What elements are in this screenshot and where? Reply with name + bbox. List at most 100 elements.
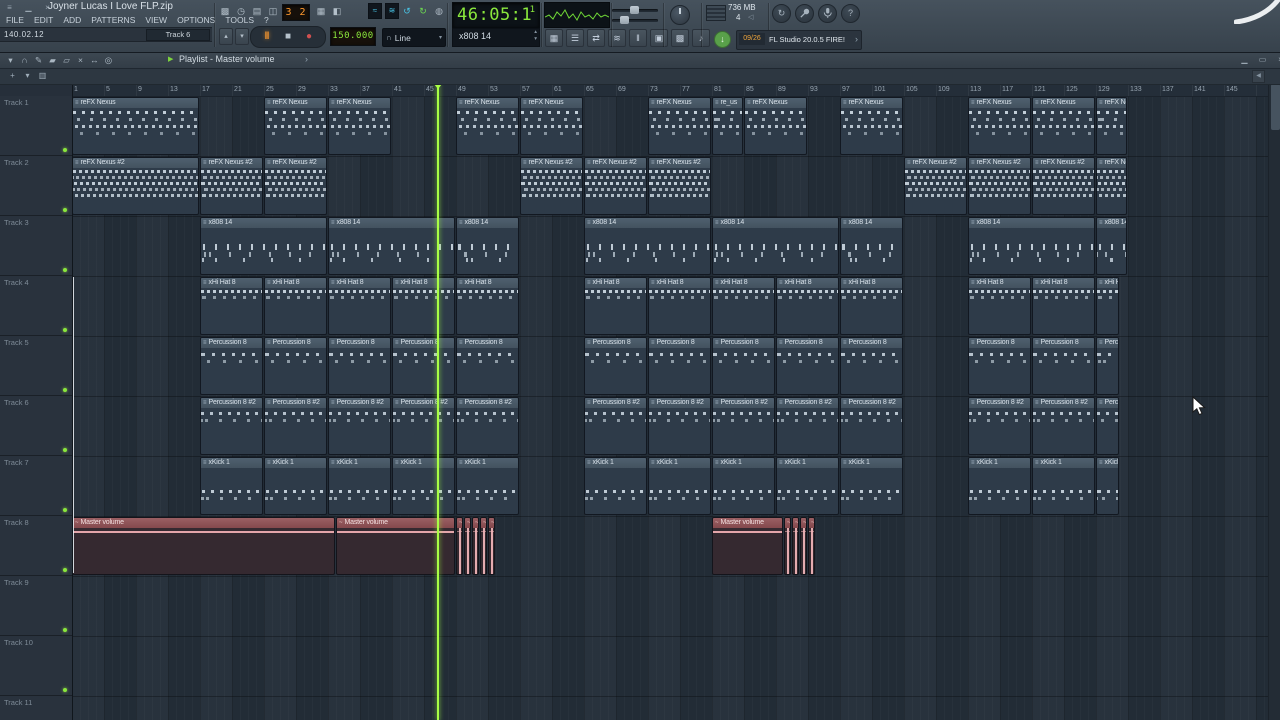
playlist-menu-icon[interactable]: ▾ [4,53,17,66]
scroll-left-button[interactable]: ◀ [1252,70,1265,83]
automation-clip[interactable]: ~ Master volume [712,517,783,575]
pattern-clip[interactable]: ≡xHi Hat 8 [968,277,1031,335]
pattern-up-icon[interactable]: ▴ [219,28,233,45]
pattern-clip[interactable]: ≡xHi Hat 8 [712,277,775,335]
pattern-clip[interactable]: ≡xHi Hat 8 [776,277,839,335]
playlist-maximize-icon[interactable]: ▭ [1258,54,1267,65]
automation-clip[interactable]: ~ [792,517,799,575]
pattern-clip[interactable]: ≡Percussion 8 #2 [1032,397,1095,455]
pattern-clip[interactable]: ≡xKick 1 [968,457,1031,515]
pattern-clip[interactable]: ≡xHi Hat 8 [456,277,519,335]
track-header-8[interactable]: Track 8 [0,516,72,576]
pattern-clip[interactable]: ≡Percussion 8 #2 [456,397,519,455]
pattern-clip[interactable]: ≡xKick 1 [456,457,519,515]
pattern-clip[interactable]: ≡ x808 14 [200,217,327,275]
output-monitor-icon[interactable]: ≈ [368,3,382,19]
track-header-1[interactable]: Track 1 [0,96,72,156]
pattern-clip[interactable]: ≡reFX Nexus [264,97,327,155]
pattern-clip[interactable]: ≡Percussion 8 [1032,337,1095,395]
delete-tool-icon[interactable]: ▱ [60,53,73,66]
track-header-2[interactable]: Track 2 [0,156,72,216]
draw-tool-icon[interactable]: ✎ [32,53,45,66]
pattern-clip[interactable]: ≡Percussion 8 #2 [584,397,647,455]
automation-clip[interactable]: ~ [808,517,815,575]
mic-button[interactable] [818,4,837,23]
pattern-clip[interactable]: ≡xKick 1 [776,457,839,515]
pattern-selector[interactable]: x808 14 ▴ ▾ [452,28,540,47]
automation-clip[interactable]: ~ [456,517,463,575]
automation-clip[interactable]: ~ [488,517,495,575]
pattern-clip[interactable]: ≡ x808 14 [1096,217,1127,275]
record-button[interactable]: ● [299,29,320,45]
spin-up-icon[interactable]: ▴ [534,29,537,35]
pattern-clip[interactable]: ≡reFX Nexus [840,97,903,155]
pattern-clip[interactable]: ≡ x808 14 [840,217,903,275]
stop-button[interactable]: ■ [278,29,299,45]
pattern-clip[interactable]: ≡reFX Nexus #2 [200,157,263,215]
pattern-clip[interactable]: ≡Percussion 8 #2 [328,397,391,455]
track-header-3[interactable]: Track 3 [0,216,72,276]
volume-slider-thumb[interactable] [630,6,639,14]
main-pitch-slider[interactable] [612,16,658,24]
pattern-clip[interactable]: ≡reFX Nexus [648,97,711,155]
pattern-clip[interactable]: ≡Percussion 8 [712,337,775,395]
pattern-clip[interactable]: ≡xHi Hat 8 [392,277,455,335]
pattern-clip[interactable]: ≡xHi Hat 8 [584,277,647,335]
track-header-9[interactable]: Track 9 [0,576,72,636]
playlist-title-chevron[interactable]: › [305,54,308,64]
scrollbar-thumb[interactable] [1270,84,1280,130]
pattern-clip[interactable]: ≡xKick 1 [264,457,327,515]
track-mute-led[interactable] [63,688,67,692]
pattern-clip[interactable]: ≡Percussion 8 [840,337,903,395]
pattern-clip[interactable]: ≡Percussion 8 #2 [776,397,839,455]
menu-item-file[interactable]: FILE [1,14,29,26]
metronome-icon[interactable]: ◷ [234,3,248,19]
pattern-clip[interactable]: ≡reFX Nexus #2 [1032,157,1095,215]
pattern-down-icon[interactable]: ▾ [235,28,249,45]
track-header-11[interactable]: Track 11 [0,696,72,720]
news-more-icon[interactable]: › [855,34,858,44]
pattern-clip[interactable]: ≡xKick 1 [1032,457,1095,515]
pattern-clip[interactable]: ≡reFX Nexus [520,97,583,155]
pattern-clip[interactable]: ≡xKick 1 [712,457,775,515]
picker-panel-icon[interactable]: ▥ [36,69,49,82]
pattern-clip[interactable]: ≡reFX Nexus [1032,97,1095,155]
menu-item-add[interactable]: ADD [58,14,86,26]
pattern-clip[interactable]: ≡Percussion 8 [456,337,519,395]
remote-link-icon[interactable]: ↻ [416,3,430,19]
pattern-clip[interactable]: ≡ x808 14 [584,217,711,275]
help-button[interactable]: ? [841,4,860,23]
pattern-clip[interactable]: ≡Percussion 8 #2 [712,397,775,455]
track-mute-led[interactable] [63,508,67,512]
automation-clip[interactable]: ~ [472,517,479,575]
step-edit-icon[interactable]: ◧ [330,3,344,19]
news-hint-bar[interactable]: 09/26 FL Studio 20.0.5 FIRE! › [736,30,862,50]
track-mute-led[interactable] [63,448,67,452]
pitch-slider-thumb[interactable] [620,16,629,24]
track-mute-led[interactable] [63,328,67,332]
playlist-grid[interactable]: ≡ reFX Nexus ≡ reFX Nexus ≡ reFX Nexus ≡ reFX N… [72,96,1268,720]
detach-icon[interactable]: ≡ [4,2,15,13]
piano-roll-icon[interactable]: ☰ [566,29,584,47]
pattern-clip[interactable]: ≡Percussion 8 #2 [648,397,711,455]
pattern-clip[interactable]: ≡reFX Nexus #2 [648,157,711,215]
channel-rack-icon[interactable]: ⇄ [587,29,605,47]
pattern-clip[interactable]: ≡Percussion 8 [968,337,1031,395]
countdown-icon[interactable]: ◫ [266,3,280,19]
pattern-clip[interactable]: ≡Percussion 8 [584,337,647,395]
pattern-clip[interactable]: ≡reFX Nexus #2 [584,157,647,215]
pattern-clip[interactable]: ≡xKick 1 [840,457,903,515]
pattern-clip[interactable]: ≡ x808 14 [968,217,1095,275]
pattern-clip[interactable]: ≡ x808 14 [456,217,519,275]
pattern-clip[interactable]: ≡Percussion 8 #2 [200,397,263,455]
notification-bell-icon[interactable]: ◍ [432,3,446,19]
track-mute-led[interactable] [63,208,67,212]
spin-down-icon[interactable]: ▾ [534,36,537,42]
cpu-monitor-icon[interactable]: ≋ [385,3,399,19]
global-snap-selector[interactable]: ∩ Line ▾ [382,28,446,47]
pattern-clip[interactable]: ≡reFX Nexus #2 [72,157,199,215]
pattern-clip[interactable]: ≡xHi Hat 8 [328,277,391,335]
pattern-clip[interactable]: ≡xKick 1 [392,457,455,515]
pattern-clip[interactable]: ≡Percussion 8 [264,337,327,395]
playlist-view-icon[interactable]: ▦ [545,29,563,47]
